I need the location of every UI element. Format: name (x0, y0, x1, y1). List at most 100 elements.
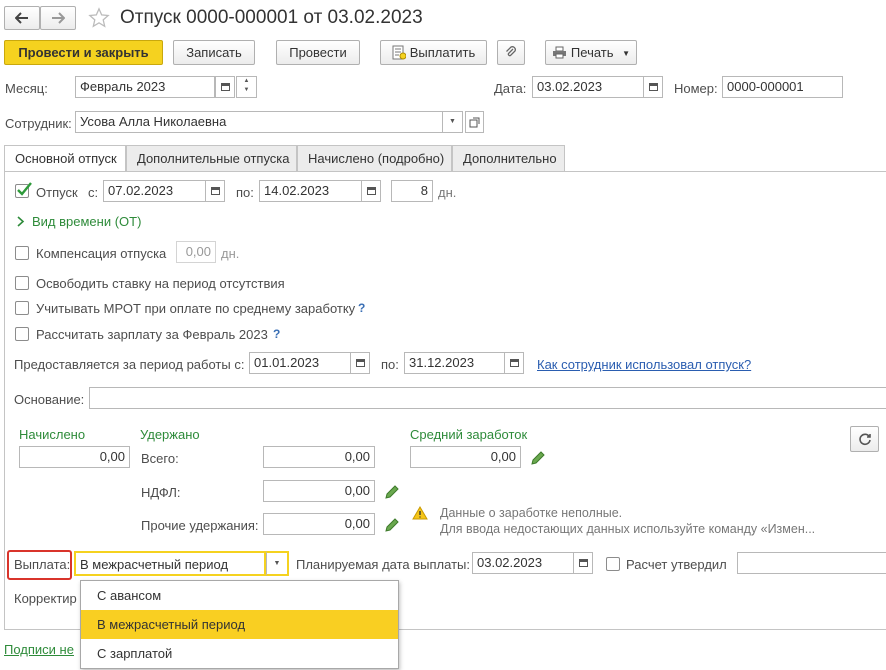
checkmark-icon (17, 182, 32, 196)
document-pay-icon (392, 45, 407, 60)
warning-text-line2: Для ввода недостающих данных используйте… (440, 522, 816, 536)
attach-button[interactable] (497, 40, 525, 65)
approved-checkbox[interactable] (606, 557, 620, 571)
ndfl-edit-pencil-icon[interactable] (384, 484, 400, 500)
arrow-right-icon (52, 12, 66, 24)
star-icon[interactable] (88, 7, 110, 29)
tab-additional-leaves[interactable]: Дополнительные отпуска (126, 145, 297, 171)
planned-date-label: Планируемая дата выплаты: (296, 557, 470, 572)
leave-usage-link[interactable]: Как сотрудник использовал отпуск? (537, 357, 751, 372)
period-from-field[interactable]: 01.01.2023 (249, 352, 351, 374)
mrot-label: Учитывать МРОТ при оплате по среднему за… (36, 301, 356, 316)
leave-label: Отпуск (36, 185, 78, 200)
leave-to-field[interactable]: 14.02.2023 (259, 180, 362, 202)
other-withholdings-field[interactable]: 0,00 (263, 513, 375, 535)
period-label: Предоставляется за период работы с: (14, 357, 245, 372)
date-label: Дата: (494, 81, 527, 96)
leave-from-calendar-icon[interactable] (205, 180, 225, 202)
payment-option-interim[interactable]: В межрасчетный период (81, 610, 398, 639)
payment-select[interactable]: В межрасчетный период (74, 551, 266, 576)
accrued-label: Начислено (19, 427, 86, 442)
date-calendar-icon[interactable] (643, 76, 663, 98)
save-button[interactable]: Записать (173, 40, 255, 65)
payment-option-with-salary[interactable]: С зарплатой (81, 639, 398, 668)
signatures-link[interactable]: Подписи не (4, 642, 74, 657)
month-field[interactable]: Февраль 2023 (75, 76, 215, 98)
period-to-field[interactable]: 31.12.2023 (404, 352, 505, 374)
employee-label: Сотрудник: (5, 116, 72, 131)
ndfl-field[interactable]: 0,00 (263, 480, 375, 502)
other-withholdings-label: Прочие удержания: (141, 518, 259, 533)
post-and-close-button[interactable]: Провести и закрыть (4, 40, 163, 65)
month-label: Месяц: (5, 81, 48, 96)
other-withholdings-edit-pencil-icon[interactable] (384, 517, 400, 533)
mrot-checkbox[interactable] (15, 301, 29, 315)
basis-field[interactable] (89, 387, 886, 409)
total-label: Всего: (141, 451, 179, 466)
date-field[interactable]: 03.02.2023 (532, 76, 644, 98)
total-field[interactable]: 0,00 (263, 446, 375, 468)
time-type-label: Вид времени (ОТ) (32, 214, 142, 229)
planned-date-calendar-icon[interactable] (573, 552, 593, 574)
payment-dropdown-list: С авансом В межрасчетный период С зарпла… (80, 580, 399, 669)
compensation-checkbox[interactable] (15, 246, 29, 260)
number-label: Номер: (674, 81, 718, 96)
printer-icon (552, 46, 566, 59)
leave-days-field[interactable]: 8 (391, 180, 433, 202)
back-button[interactable] (4, 6, 40, 30)
ndfl-label: НДФЛ: (141, 485, 181, 500)
window-title: Отпуск 0000-000001 от 03.02.2023 (120, 7, 423, 28)
calc-salary-help-icon[interactable]: ? (273, 327, 280, 341)
time-type-link[interactable]: Вид времени (ОТ) (17, 214, 141, 229)
tab-main-leave[interactable]: Основной отпуск (4, 145, 126, 172)
leave-from-label: с: (88, 185, 99, 200)
release-rate-label: Освободить ставку на период отсутствия (36, 276, 285, 291)
chevron-right-icon (17, 216, 25, 227)
month-calendar-icon[interactable] (215, 76, 235, 98)
basis-label: Основание: (14, 392, 85, 407)
chevron-down-icon: ▼ (622, 49, 631, 58)
refresh-button[interactable] (850, 426, 879, 452)
pay-button-label: Выплатить (409, 45, 476, 60)
accrued-field[interactable]: 0,00 (19, 446, 130, 468)
release-rate-checkbox[interactable] (15, 276, 29, 290)
tab-additional[interactable]: Дополнительно (452, 145, 565, 171)
period-from-calendar-icon[interactable] (350, 352, 370, 374)
tab-accrued-detailed[interactable]: Начислено (подробно) (297, 145, 452, 171)
employee-dropdown-button[interactable]: ▼ (442, 111, 463, 133)
mrot-help-icon[interactable]: ? (358, 301, 365, 315)
paperclip-icon (506, 46, 516, 57)
refresh-icon (858, 433, 871, 446)
planned-date-field[interactable]: 03.02.2023 (472, 552, 574, 574)
employee-field[interactable]: Усова Алла Николаевна (75, 111, 443, 133)
month-stepper[interactable]: ▲ ▼ (236, 76, 257, 98)
period-to-calendar-icon[interactable] (504, 352, 524, 374)
leave-from-field[interactable]: 07.02.2023 (103, 180, 206, 202)
withheld-label: Удержано (140, 427, 200, 442)
avg-earnings-field[interactable]: 0,00 (410, 446, 521, 468)
number-field[interactable]: 0000-000001 (722, 76, 843, 98)
period-to-label: по: (381, 357, 399, 372)
approved-field[interactable] (737, 552, 886, 574)
open-icon (469, 117, 480, 128)
corrector-label: Корректир (14, 591, 77, 606)
payment-option-with-advance[interactable]: С авансом (81, 581, 398, 610)
calc-salary-label: Рассчитать зарплату за Февраль 2023 (36, 327, 268, 342)
calc-salary-checkbox[interactable] (15, 327, 29, 341)
compensation-days-unit: дн. (221, 246, 240, 261)
avg-earnings-label: Средний заработок (410, 427, 528, 442)
employee-open-button[interactable] (465, 111, 484, 133)
compensation-days-field[interactable]: 0,00 (176, 241, 216, 263)
avg-earnings-edit-pencil-icon[interactable] (530, 450, 546, 466)
leave-days-unit: дн. (438, 185, 457, 200)
payment-dropdown-button[interactable]: ▼ (266, 551, 289, 576)
forward-button[interactable] (40, 6, 76, 30)
approved-label: Расчет утвердил (626, 557, 727, 572)
warning-icon (412, 506, 428, 520)
print-button-label: Печать (570, 45, 614, 60)
leave-to-calendar-icon[interactable] (361, 180, 381, 202)
print-button[interactable]: Печать ▼ (545, 40, 637, 65)
pay-button[interactable]: Выплатить (380, 40, 487, 65)
post-button[interactable]: Провести (276, 40, 360, 65)
leave-checkbox[interactable] (15, 182, 32, 198)
